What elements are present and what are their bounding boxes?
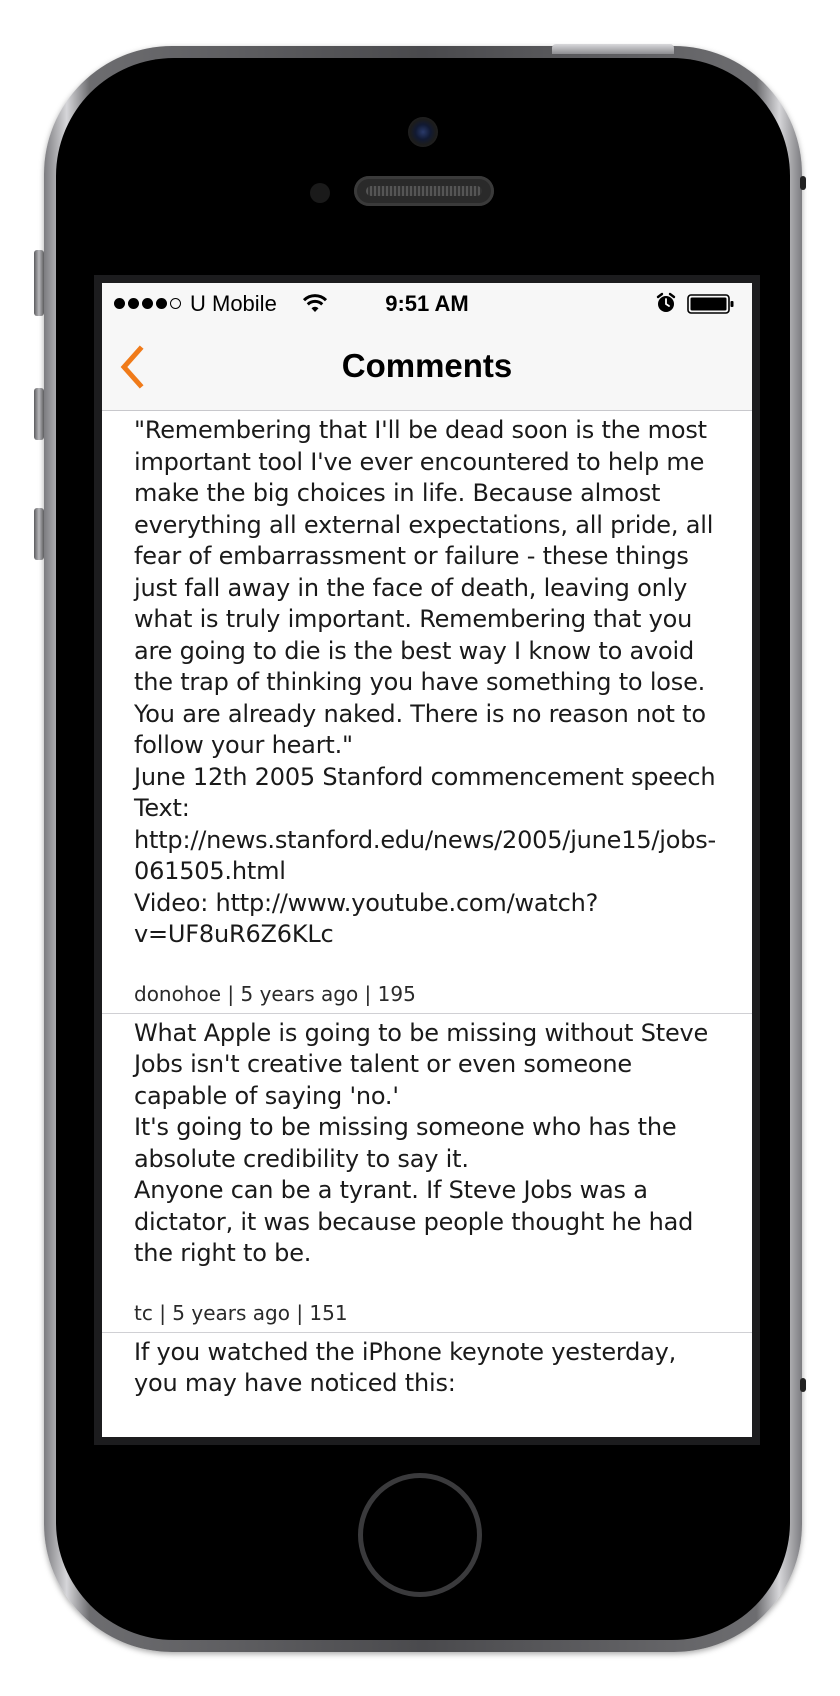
power-button bbox=[552, 44, 674, 54]
right-antenna-band-top bbox=[800, 176, 806, 190]
home-button[interactable] bbox=[358, 1473, 482, 1597]
earpiece-speaker bbox=[354, 176, 494, 206]
navigation-bar: Comments bbox=[102, 323, 752, 411]
battery-icon bbox=[687, 294, 734, 314]
mute-switch bbox=[34, 250, 44, 316]
comment-text: "Remembering that I'll be dead soon is t… bbox=[134, 416, 717, 948]
status-bar: U Mobile 9:51 AM bbox=[102, 283, 752, 323]
comment-text: If you watched the iPhone keynote yester… bbox=[134, 1337, 684, 1398]
comment-item[interactable]: "Remembering that I'll be dead soon is t… bbox=[102, 411, 752, 1014]
front-camera-icon bbox=[408, 117, 438, 147]
volume-up-button bbox=[34, 388, 44, 440]
right-antenna-band-bottom bbox=[800, 1378, 806, 1392]
comment-meta: donohoe | 5 years ago | 195 bbox=[134, 981, 416, 1006]
app-screen: U Mobile 9:51 AM Comments "Remembering t… bbox=[94, 275, 760, 1445]
volume-down-button bbox=[34, 508, 44, 560]
comment-item[interactable]: What Apple is going to be missing withou… bbox=[102, 1014, 752, 1333]
comment-item[interactable]: If you watched the iPhone keynote yester… bbox=[102, 1333, 752, 1406]
comment-list: "Remembering that I'll be dead soon is t… bbox=[102, 411, 752, 1406]
proximity-sensor bbox=[310, 183, 330, 203]
comment-meta: tc | 5 years ago | 151 bbox=[134, 1300, 348, 1325]
page-title: Comments bbox=[341, 347, 513, 384]
comment-text: What Apple is going to be missing withou… bbox=[134, 1018, 709, 1268]
alarm-clock-icon bbox=[656, 292, 676, 312]
